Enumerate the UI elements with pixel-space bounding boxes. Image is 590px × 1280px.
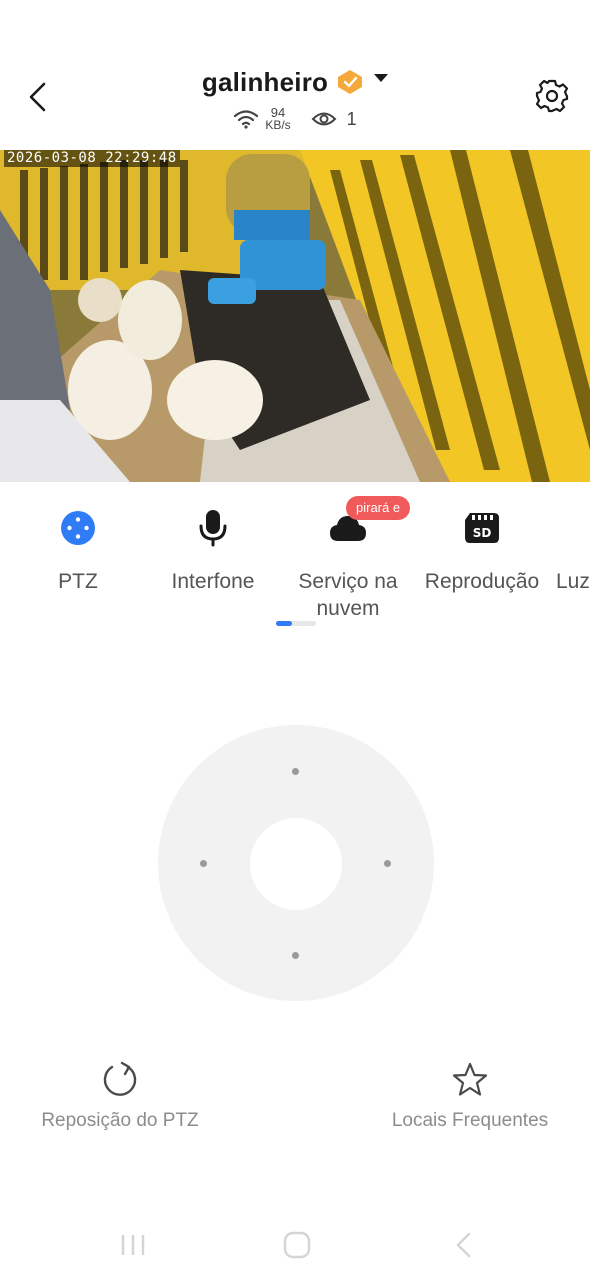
ptz-left-dot[interactable]: [200, 860, 207, 867]
ptz-reset-button[interactable]: Reposição do PTZ: [30, 1060, 210, 1132]
connection-status: 94 KB/s 1: [0, 104, 590, 134]
camera-image: [0, 150, 590, 482]
tool-light[interactable]: Luz: [556, 508, 590, 595]
wifi-icon: [234, 110, 259, 129]
tool-label-light: Luz: [556, 570, 590, 593]
ptz-up-dot[interactable]: [292, 768, 299, 775]
favorite-positions-label: Locais Frequentes: [391, 1110, 549, 1131]
tool-label-playback: Reprodução: [424, 570, 540, 593]
ptz-down-dot[interactable]: [292, 952, 299, 959]
eye-icon: [311, 112, 337, 126]
tool-playback[interactable]: SD Reprodução: [418, 508, 546, 595]
verified-badge-icon: [338, 70, 363, 94]
ptz-reset-label: Reposição do PTZ: [41, 1110, 199, 1131]
tool-label-ptz: PTZ: [58, 570, 98, 593]
cloud-promo-badge[interactable]: pirará e: [346, 496, 411, 520]
device-title-bar[interactable]: galinheiro: [0, 62, 590, 102]
favorite-positions-button[interactable]: Locais Frequentes: [380, 1060, 560, 1132]
ptz-icon: [61, 511, 95, 545]
tool-label-cloud-service: Serviço na nuvem: [298, 570, 398, 620]
video-timestamp: 2026-03-08 22:29:48: [4, 150, 180, 167]
live-video-feed[interactable]: [0, 150, 590, 482]
nav-home-button[interactable]: [282, 1230, 312, 1260]
back-arrow-icon: [456, 1232, 471, 1258]
home-icon: [283, 1231, 311, 1259]
tool-intercom[interactable]: Interfone: [158, 508, 268, 595]
settings-button[interactable]: [535, 79, 569, 113]
star-icon: [452, 1062, 488, 1096]
device-title[interactable]: galinheiro: [202, 67, 328, 98]
tool-cloud-service[interactable]: Serviço na nuvem: [286, 508, 410, 622]
reset-icon: [103, 1061, 137, 1096]
recents-icon: [121, 1235, 145, 1255]
svg-text:SD: SD: [473, 526, 492, 540]
nav-back-button[interactable]: [450, 1231, 478, 1259]
light-icon: [556, 508, 590, 548]
nav-recents-button[interactable]: [118, 1233, 148, 1257]
gear-icon: [535, 79, 569, 113]
ptz-center-button[interactable]: [250, 818, 342, 910]
microphone-icon: [199, 510, 227, 547]
ptz-right-dot[interactable]: [384, 860, 391, 867]
speed-unit: KB/s: [265, 118, 291, 132]
dropdown-caret-icon[interactable]: [374, 74, 389, 82]
viewer-count: 1: [346, 108, 357, 129]
sd-card-icon: SD: [465, 513, 499, 543]
tool-label-intercom: Interfone: [171, 570, 255, 593]
tools-scroll-thumb: [276, 621, 292, 626]
network-speed: 94 KB/s: [265, 106, 291, 132]
tool-ptz[interactable]: PTZ: [30, 508, 126, 595]
